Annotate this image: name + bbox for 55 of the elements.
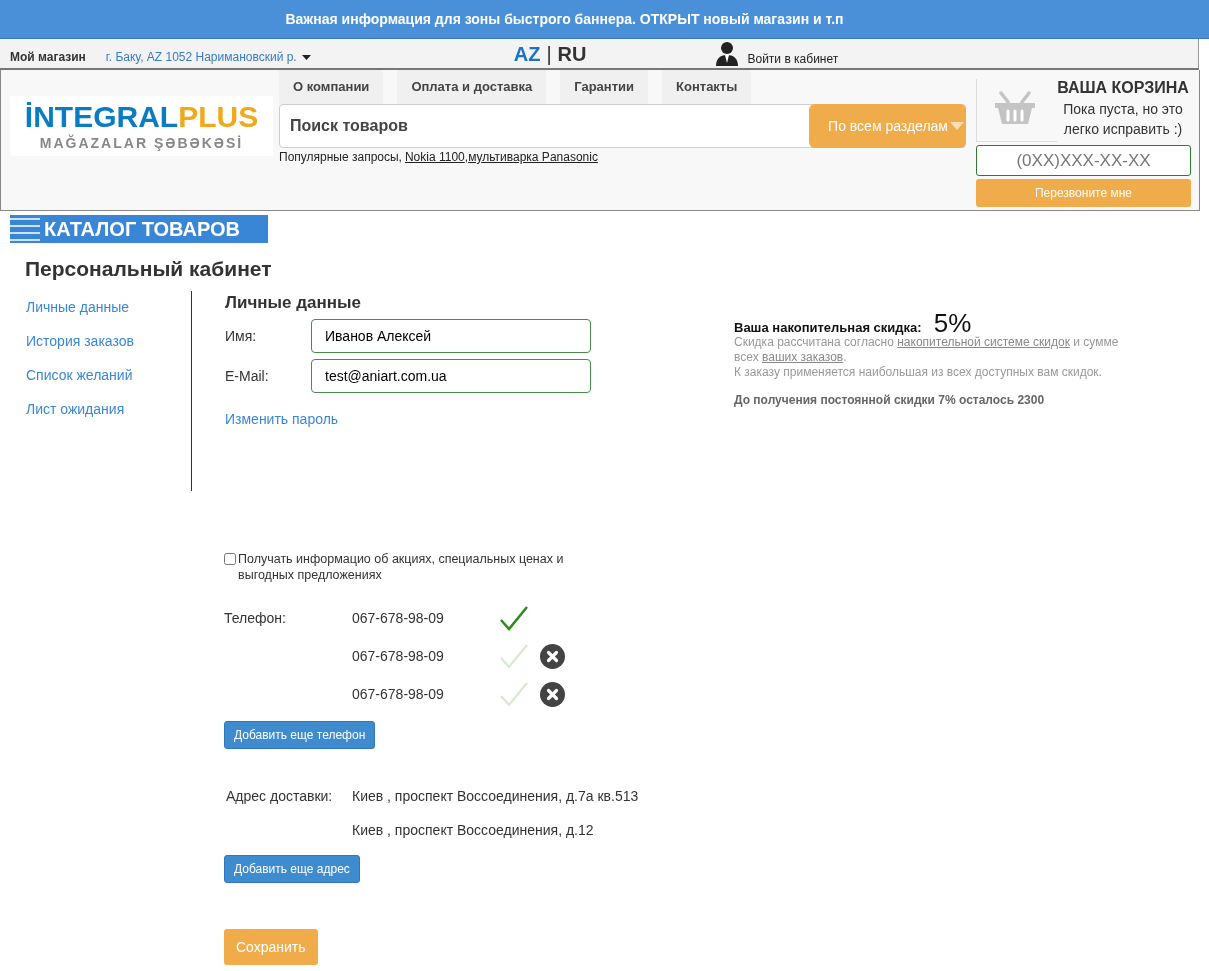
store-label: Мой магазин [10,50,86,64]
sidebar-link[interactable]: Список желаний [26,367,191,383]
separator: | [546,43,552,66]
catalog-button[interactable]: КАТАЛОГ ТОВАРОВ [10,215,268,243]
address-text: Киев , проспект Воссоединения, д.12 [352,822,594,838]
popular-link[interactable]: мультиварка Panasonic [468,150,598,164]
banner-text: Важная информация для зоны быстрого баннера. ОТКРЫТ новый магазин и т.п [285,11,844,27]
field-label: Телефон: [224,610,287,626]
discount-value: 5% [933,311,972,335]
page-title: Персональный кабинет [25,257,273,281]
change-password-link[interactable]: Изменить пароль [225,411,339,427]
phone-number: 067-678-98-09 [352,648,445,664]
remove-icon[interactable] [540,643,565,669]
field-label: E-Mail: [225,368,270,384]
discount-remaining: До получения постоянной скидки 7% осталось 2300 [734,393,1046,407]
basket-icon [995,91,1035,125]
text-field[interactable]: test@aniart.com.ua [311,359,591,393]
popular-label: Популярные запросы, [279,150,402,164]
add-phone-button[interactable]: Добавить еще телефон [224,721,376,749]
nav-tab[interactable]: О компании [279,70,384,104]
text-field[interactable]: Иванов Алексей [311,319,591,353]
field-label: Адрес доставки: [225,788,334,804]
discount-system-link[interactable]: накопительной системе скидок [897,335,1070,349]
discount-note: К заказу применяется наибольшая из всех доступных вам скидок. [734,365,1103,380]
address-text: Киев , проспект Воссоединения, д.7а кв.513 [352,788,639,804]
language-link[interactable]: AZ [513,43,541,66]
location-dropdown[interactable]: г. Баку, AZ 1052 Наримановский р. [105,50,311,64]
remove-icon[interactable] [540,681,565,707]
phone-number: 067-678-98-09 [352,686,445,702]
logo[interactable]: İNTEGRALPLUS MAĞAZALAR ŞƏBƏKƏSİ [10,96,273,156]
language-link[interactable]: RU [557,43,587,66]
comma: , [464,150,469,164]
caret-icon [301,54,311,60]
field-label: Имя: [225,328,258,344]
sidebar-link[interactable]: История заказов [26,333,191,349]
check-icon[interactable] [500,604,528,632]
sidebar-link[interactable]: Лист ожидания [26,401,191,417]
sidebar-link[interactable]: Личные данные [26,299,191,315]
cart-message: Пока пуста, но это легко исправить :) [1062,100,1184,139]
checkbox[interactable] [224,553,236,565]
menu-icon [10,217,40,241]
popular-link[interactable]: Nokia 1100 [404,150,465,164]
add-address-button[interactable]: Добавить еще адрес [224,855,360,883]
checkbox-label: Получать информацио об акциях, специальных ценах и выгодных предложениях [238,551,565,583]
section-title: Личные данные [225,293,362,313]
discount-note: Скидка рассчитана согласно накопительной системе скидок и сумме всех ваших заказов. [734,335,1120,365]
nav-tab[interactable]: Контакты [662,70,752,104]
nav-tab[interactable]: Оплата и доставка [397,70,547,104]
phone-field[interactable]: (0XX)XXX-XX-XX [976,145,1191,176]
login-link[interactable]: Войти в кабинет [716,41,839,66]
phone-number: 067-678-98-09 [352,610,445,626]
discount-label: Ваша накопительная скидка: [734,320,922,335]
nav-tab[interactable]: Гарантии [560,70,649,104]
cart-title: ВАША КОРЗИНА [1056,79,1190,97]
caret-icon [950,122,964,130]
